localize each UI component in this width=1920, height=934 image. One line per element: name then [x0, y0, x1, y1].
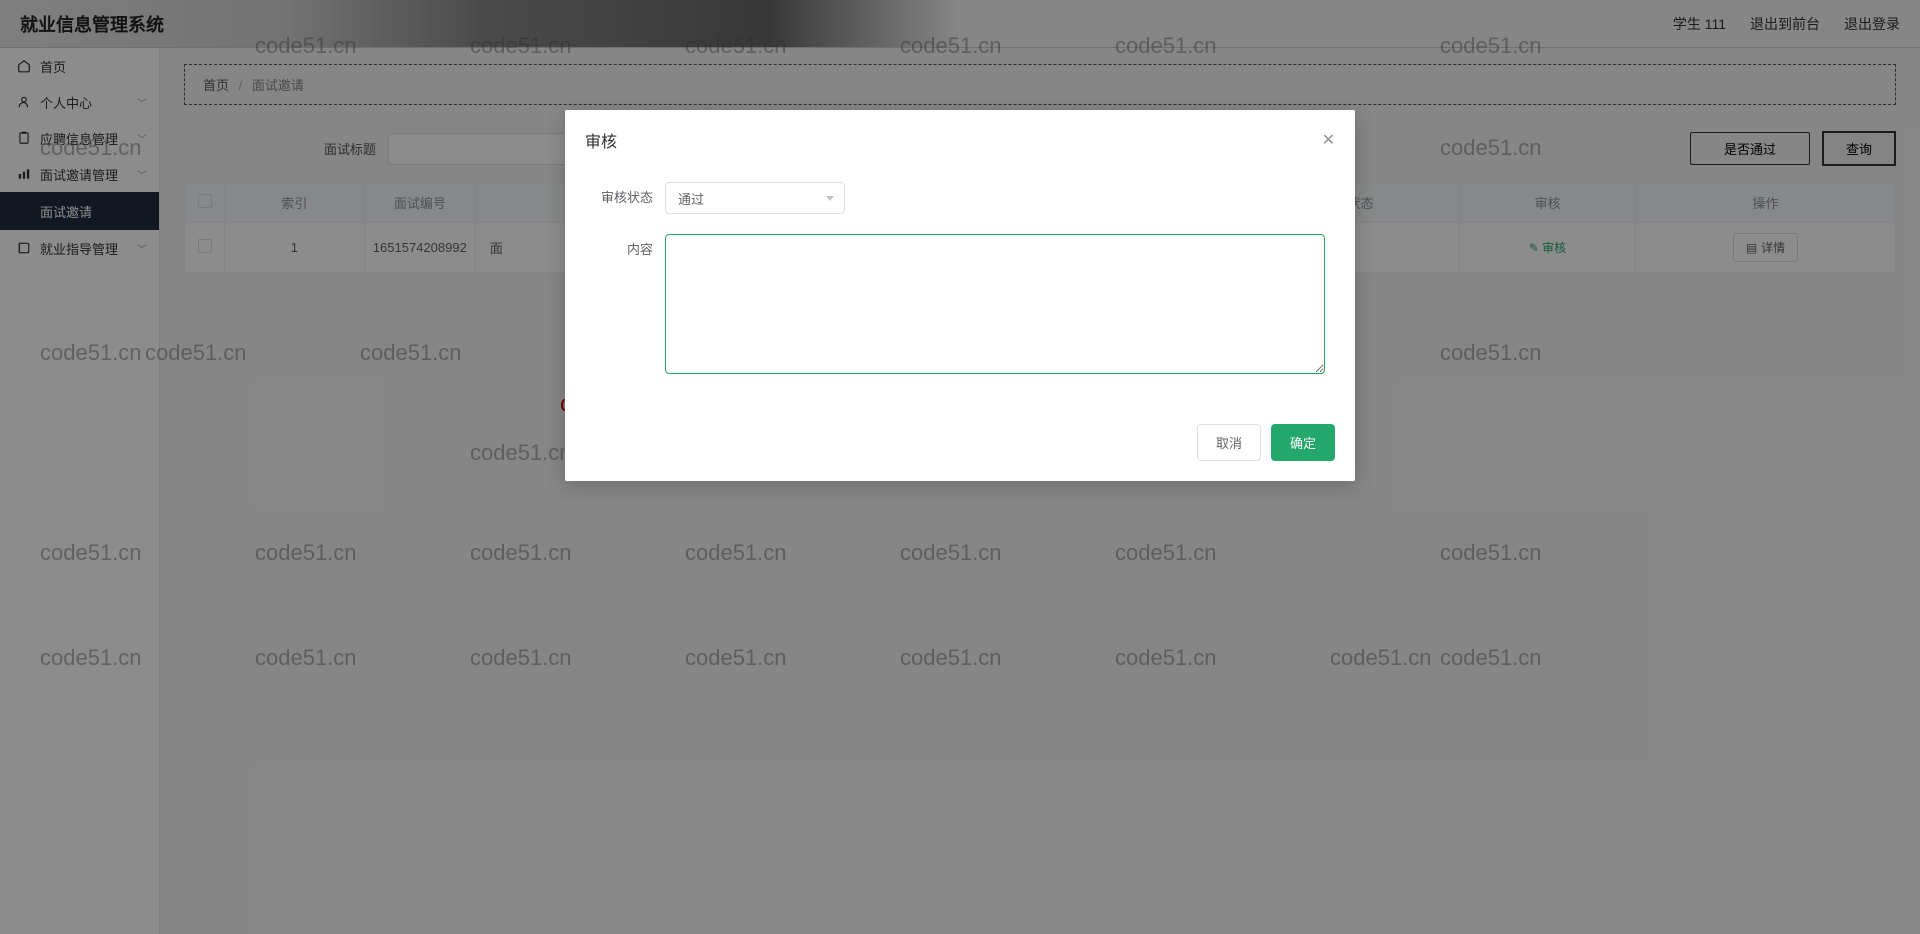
- review-dialog: 审核 ✕ 审核状态 通过 内容 取消 确定: [565, 110, 1355, 481]
- content-textarea[interactable]: [665, 234, 1325, 374]
- cancel-button[interactable]: 取消: [1197, 424, 1261, 461]
- content-label: 内容: [595, 234, 665, 266]
- close-icon[interactable]: ✕: [1322, 130, 1335, 150]
- status-select[interactable]: 通过: [665, 182, 845, 214]
- modal-overlay: 审核 ✕ 审核状态 通过 内容 取消 确定: [0, 0, 1920, 934]
- dialog-title: 审核: [585, 128, 617, 152]
- confirm-button[interactable]: 确定: [1271, 424, 1335, 461]
- status-label: 审核状态: [595, 182, 665, 214]
